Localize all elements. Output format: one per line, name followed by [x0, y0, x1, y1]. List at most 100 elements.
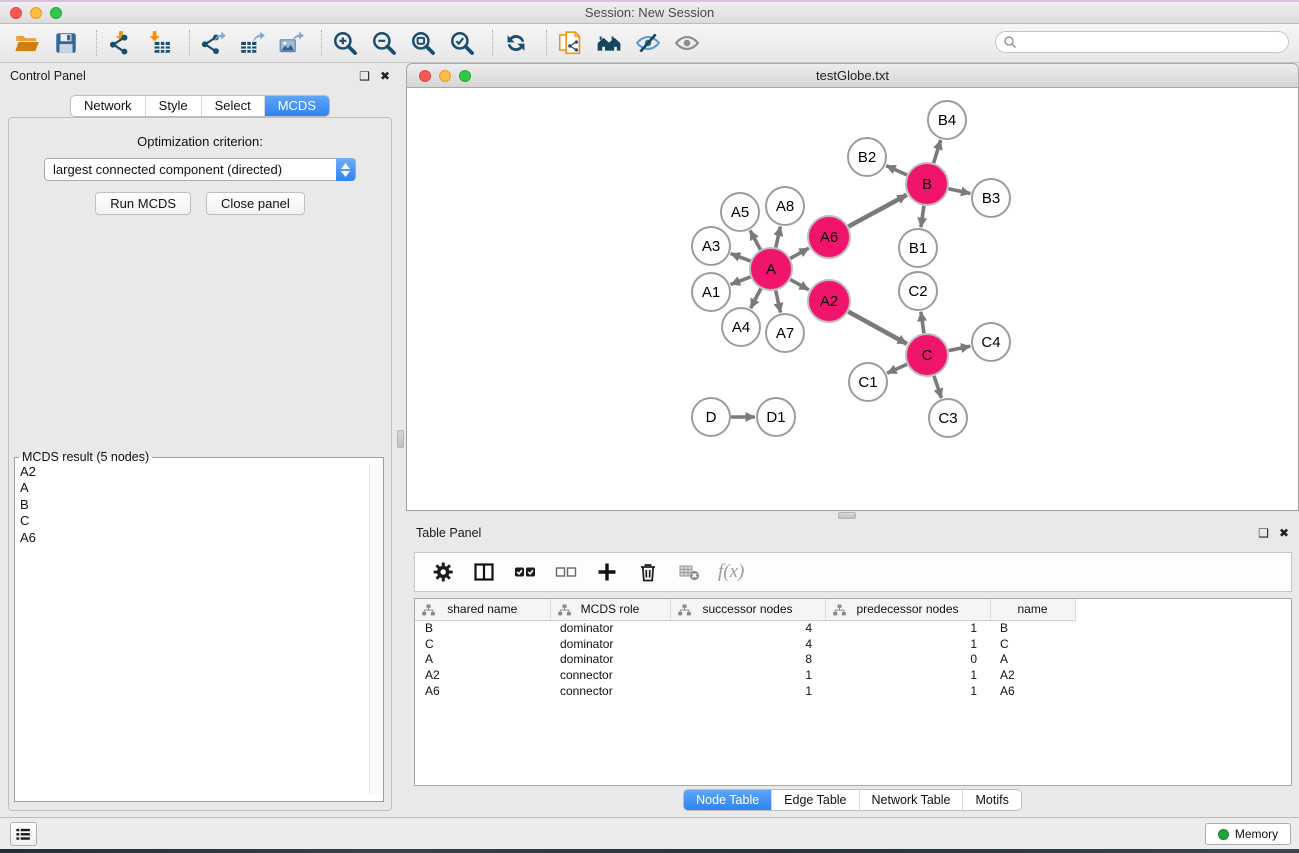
close-table-panel-icon[interactable]: ✖	[1279, 527, 1289, 539]
save-session-icon[interactable]	[53, 30, 79, 56]
show-panels-button[interactable]	[10, 822, 37, 846]
cell-predecessor-nodes[interactable]: 1	[825, 620, 990, 636]
mcds-result-item[interactable]: A2	[15, 464, 383, 480]
node-A8[interactable]: A8	[766, 187, 804, 225]
tab-node-table[interactable]: Node Table	[684, 790, 771, 810]
cell-shared-name[interactable]: C	[415, 636, 550, 652]
zoom-out-icon[interactable]	[371, 30, 397, 56]
minimize-network-button[interactable]	[439, 70, 451, 82]
tab-select[interactable]: Select	[201, 96, 264, 116]
export-network-icon[interactable]	[200, 30, 226, 56]
import-table-icon[interactable]	[146, 30, 172, 56]
node-B1[interactable]: B1	[899, 229, 937, 267]
tab-style[interactable]: Style	[145, 96, 201, 116]
node-A4[interactable]: A4	[722, 308, 760, 346]
node-A7[interactable]: A7	[766, 314, 804, 352]
cell-predecessor-nodes[interactable]: 1	[825, 683, 990, 699]
cell-successor-nodes[interactable]: 8	[670, 652, 825, 668]
network-canvas[interactable]: B4B2BB3A5A8A6A3B1AA1C2A2A4A7CC4C1C3DD1	[406, 88, 1299, 511]
zoom-in-icon[interactable]	[332, 30, 358, 56]
node-A3[interactable]: A3	[692, 227, 730, 265]
cell-name[interactable]: C	[990, 636, 1075, 652]
close-panel-button[interactable]: Close panel	[206, 192, 305, 215]
cell-shared-name[interactable]: A	[415, 652, 550, 668]
edge-A-A3[interactable]	[731, 254, 751, 262]
cell-shared-name[interactable]: B	[415, 620, 550, 636]
cell-successor-nodes[interactable]: 4	[670, 620, 825, 636]
edge-C-C3[interactable]	[934, 376, 941, 398]
node-B2[interactable]: B2	[848, 138, 886, 176]
node-A2[interactable]: A2	[808, 280, 850, 322]
node-B4[interactable]: B4	[928, 101, 966, 139]
columns-icon[interactable]	[472, 560, 496, 584]
edge-C-C1[interactable]	[887, 364, 907, 373]
mcds-result-item[interactable]: B	[15, 497, 383, 513]
edge-A-A6[interactable]	[790, 248, 809, 258]
eye-icon[interactable]	[674, 30, 700, 56]
column-header-name[interactable]: name	[990, 599, 1075, 620]
import-network-icon[interactable]	[107, 30, 133, 56]
cell-MCDS-role[interactable]: dominator	[550, 652, 670, 668]
tab-edge-table[interactable]: Edge Table	[771, 790, 858, 810]
close-window-button[interactable]	[10, 7, 22, 19]
mcds-result-item[interactable]: C	[15, 513, 383, 529]
column-header-successor-nodes[interactable]: successor nodes	[670, 599, 825, 620]
export-image-icon[interactable]	[278, 30, 304, 56]
node-B3[interactable]: B3	[972, 179, 1010, 217]
cell-predecessor-nodes[interactable]: 0	[825, 652, 990, 668]
tab-motifs[interactable]: Motifs	[962, 790, 1020, 810]
zoom-network-button[interactable]	[459, 70, 471, 82]
open-session-icon[interactable]	[14, 30, 40, 56]
column-header-predecessor-nodes[interactable]: predecessor nodes	[825, 599, 990, 620]
horizontal-split-grip[interactable]	[838, 512, 856, 519]
edge-B-B2[interactable]	[886, 166, 907, 175]
cell-predecessor-nodes[interactable]: 1	[825, 636, 990, 652]
cell-successor-nodes[interactable]: 4	[670, 636, 825, 652]
edge-B-B4[interactable]	[934, 140, 941, 163]
edge-A6-B[interactable]	[848, 195, 906, 227]
houses-icon[interactable]	[596, 30, 622, 56]
tab-mcds[interactable]: MCDS	[264, 96, 329, 116]
eye-slash-icon[interactable]	[635, 30, 661, 56]
network-window-titlebar[interactable]: testGlobe.txt	[406, 63, 1299, 88]
cell-name[interactable]: A6	[990, 683, 1075, 699]
export-table-icon[interactable]	[239, 30, 265, 56]
edge-A2-C[interactable]	[848, 312, 907, 344]
cell-name[interactable]: A	[990, 652, 1075, 668]
node-C[interactable]: C	[906, 334, 948, 376]
tab-network-table[interactable]: Network Table	[859, 790, 963, 810]
zoom-selected-icon[interactable]	[449, 30, 475, 56]
column-header-MCDS-role[interactable]: MCDS role	[550, 599, 670, 620]
edge-C-C2[interactable]	[921, 312, 924, 333]
cell-MCDS-role[interactable]: connector	[550, 683, 670, 699]
cell-shared-name[interactable]: A6	[415, 683, 550, 699]
minimize-window-button[interactable]	[30, 7, 42, 19]
table-row[interactable]: Cdominator41C	[415, 636, 1292, 652]
float-panel-icon[interactable]: ❑	[359, 70, 370, 82]
column-header-shared-name[interactable]: shared name	[415, 599, 550, 620]
close-network-button[interactable]	[419, 70, 431, 82]
node-C3[interactable]: C3	[929, 399, 967, 437]
edge-C-C4[interactable]	[949, 346, 971, 350]
cell-predecessor-nodes[interactable]: 1	[825, 667, 990, 683]
delete-icon[interactable]	[636, 560, 660, 584]
search-input[interactable]	[995, 31, 1289, 53]
node-C1[interactable]: C1	[849, 363, 887, 401]
apply-layout-icon[interactable]	[503, 30, 529, 56]
scrollbar-track[interactable]	[369, 464, 383, 794]
edge-A-A7[interactable]	[776, 291, 781, 313]
edge-A-A2[interactable]	[790, 280, 809, 290]
table-row[interactable]: Bdominator41B	[415, 620, 1292, 636]
node-D[interactable]: D	[692, 398, 730, 436]
memory-button[interactable]: Memory	[1205, 823, 1291, 845]
edge-B-B3[interactable]	[949, 189, 971, 194]
node-C2[interactable]: C2	[899, 272, 937, 310]
edge-A-A8[interactable]	[776, 227, 781, 248]
cell-name[interactable]: B	[990, 620, 1075, 636]
edge-B-B1[interactable]	[921, 206, 924, 227]
edge-A-A1[interactable]	[731, 277, 751, 285]
cell-MCDS-role[interactable]: dominator	[550, 620, 670, 636]
mcds-result-item[interactable]: A6	[15, 530, 383, 546]
deselect-all-icon[interactable]	[554, 560, 578, 584]
node-B[interactable]: B	[906, 163, 948, 205]
